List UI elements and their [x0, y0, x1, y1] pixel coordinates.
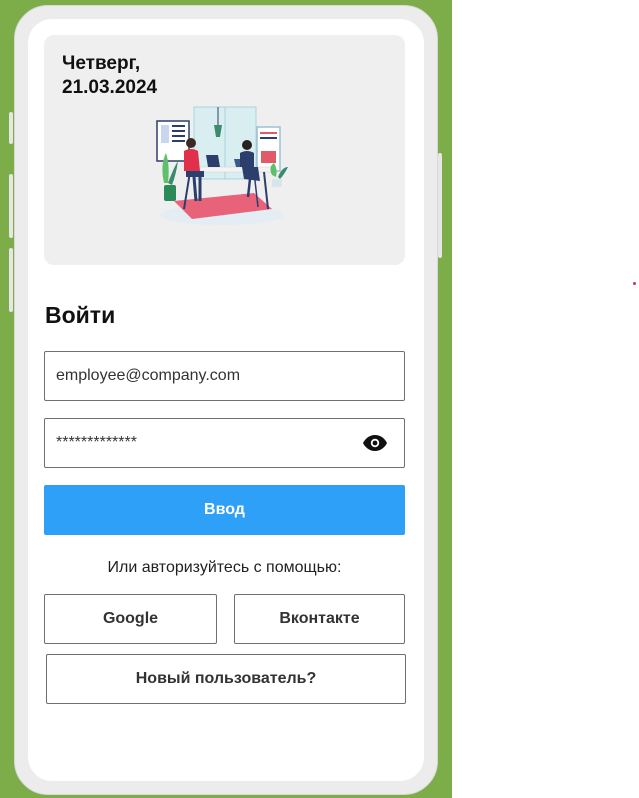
- alt-login-label: Или авторизуйтесь с помощью:: [107, 559, 342, 576]
- office-illustration: [156, 106, 288, 225]
- date-value: 21.03.2024: [62, 77, 158, 98]
- email-field[interactable]: [44, 351, 405, 401]
- submit-button[interactable]: Ввод: [44, 485, 405, 535]
- eye-icon[interactable]: [362, 430, 388, 456]
- page-title: Войти: [45, 302, 116, 328]
- phone-screen: Четверг, 21.03.2024 Войти employee@compa…: [28, 19, 424, 781]
- phone-side-button: [438, 153, 442, 258]
- phone-side-button: [9, 112, 13, 144]
- phone-side-button: [9, 248, 13, 312]
- current-date: Четверг, 21.03.2024: [62, 52, 262, 100]
- stray-dot: [633, 282, 636, 285]
- vk-login-button[interactable]: Вконтакте: [234, 594, 405, 644]
- new-user-button[interactable]: Новый пользователь?: [46, 654, 406, 704]
- email-input[interactable]: [54, 366, 404, 386]
- google-login-button[interactable]: Google: [44, 594, 217, 644]
- welcome-card: Четверг, 21.03.2024: [44, 35, 405, 265]
- date-weekday: Четверг,: [62, 53, 141, 74]
- password-input[interactable]: [54, 433, 362, 453]
- password-field[interactable]: [44, 418, 405, 468]
- phone-side-button: [9, 174, 13, 238]
